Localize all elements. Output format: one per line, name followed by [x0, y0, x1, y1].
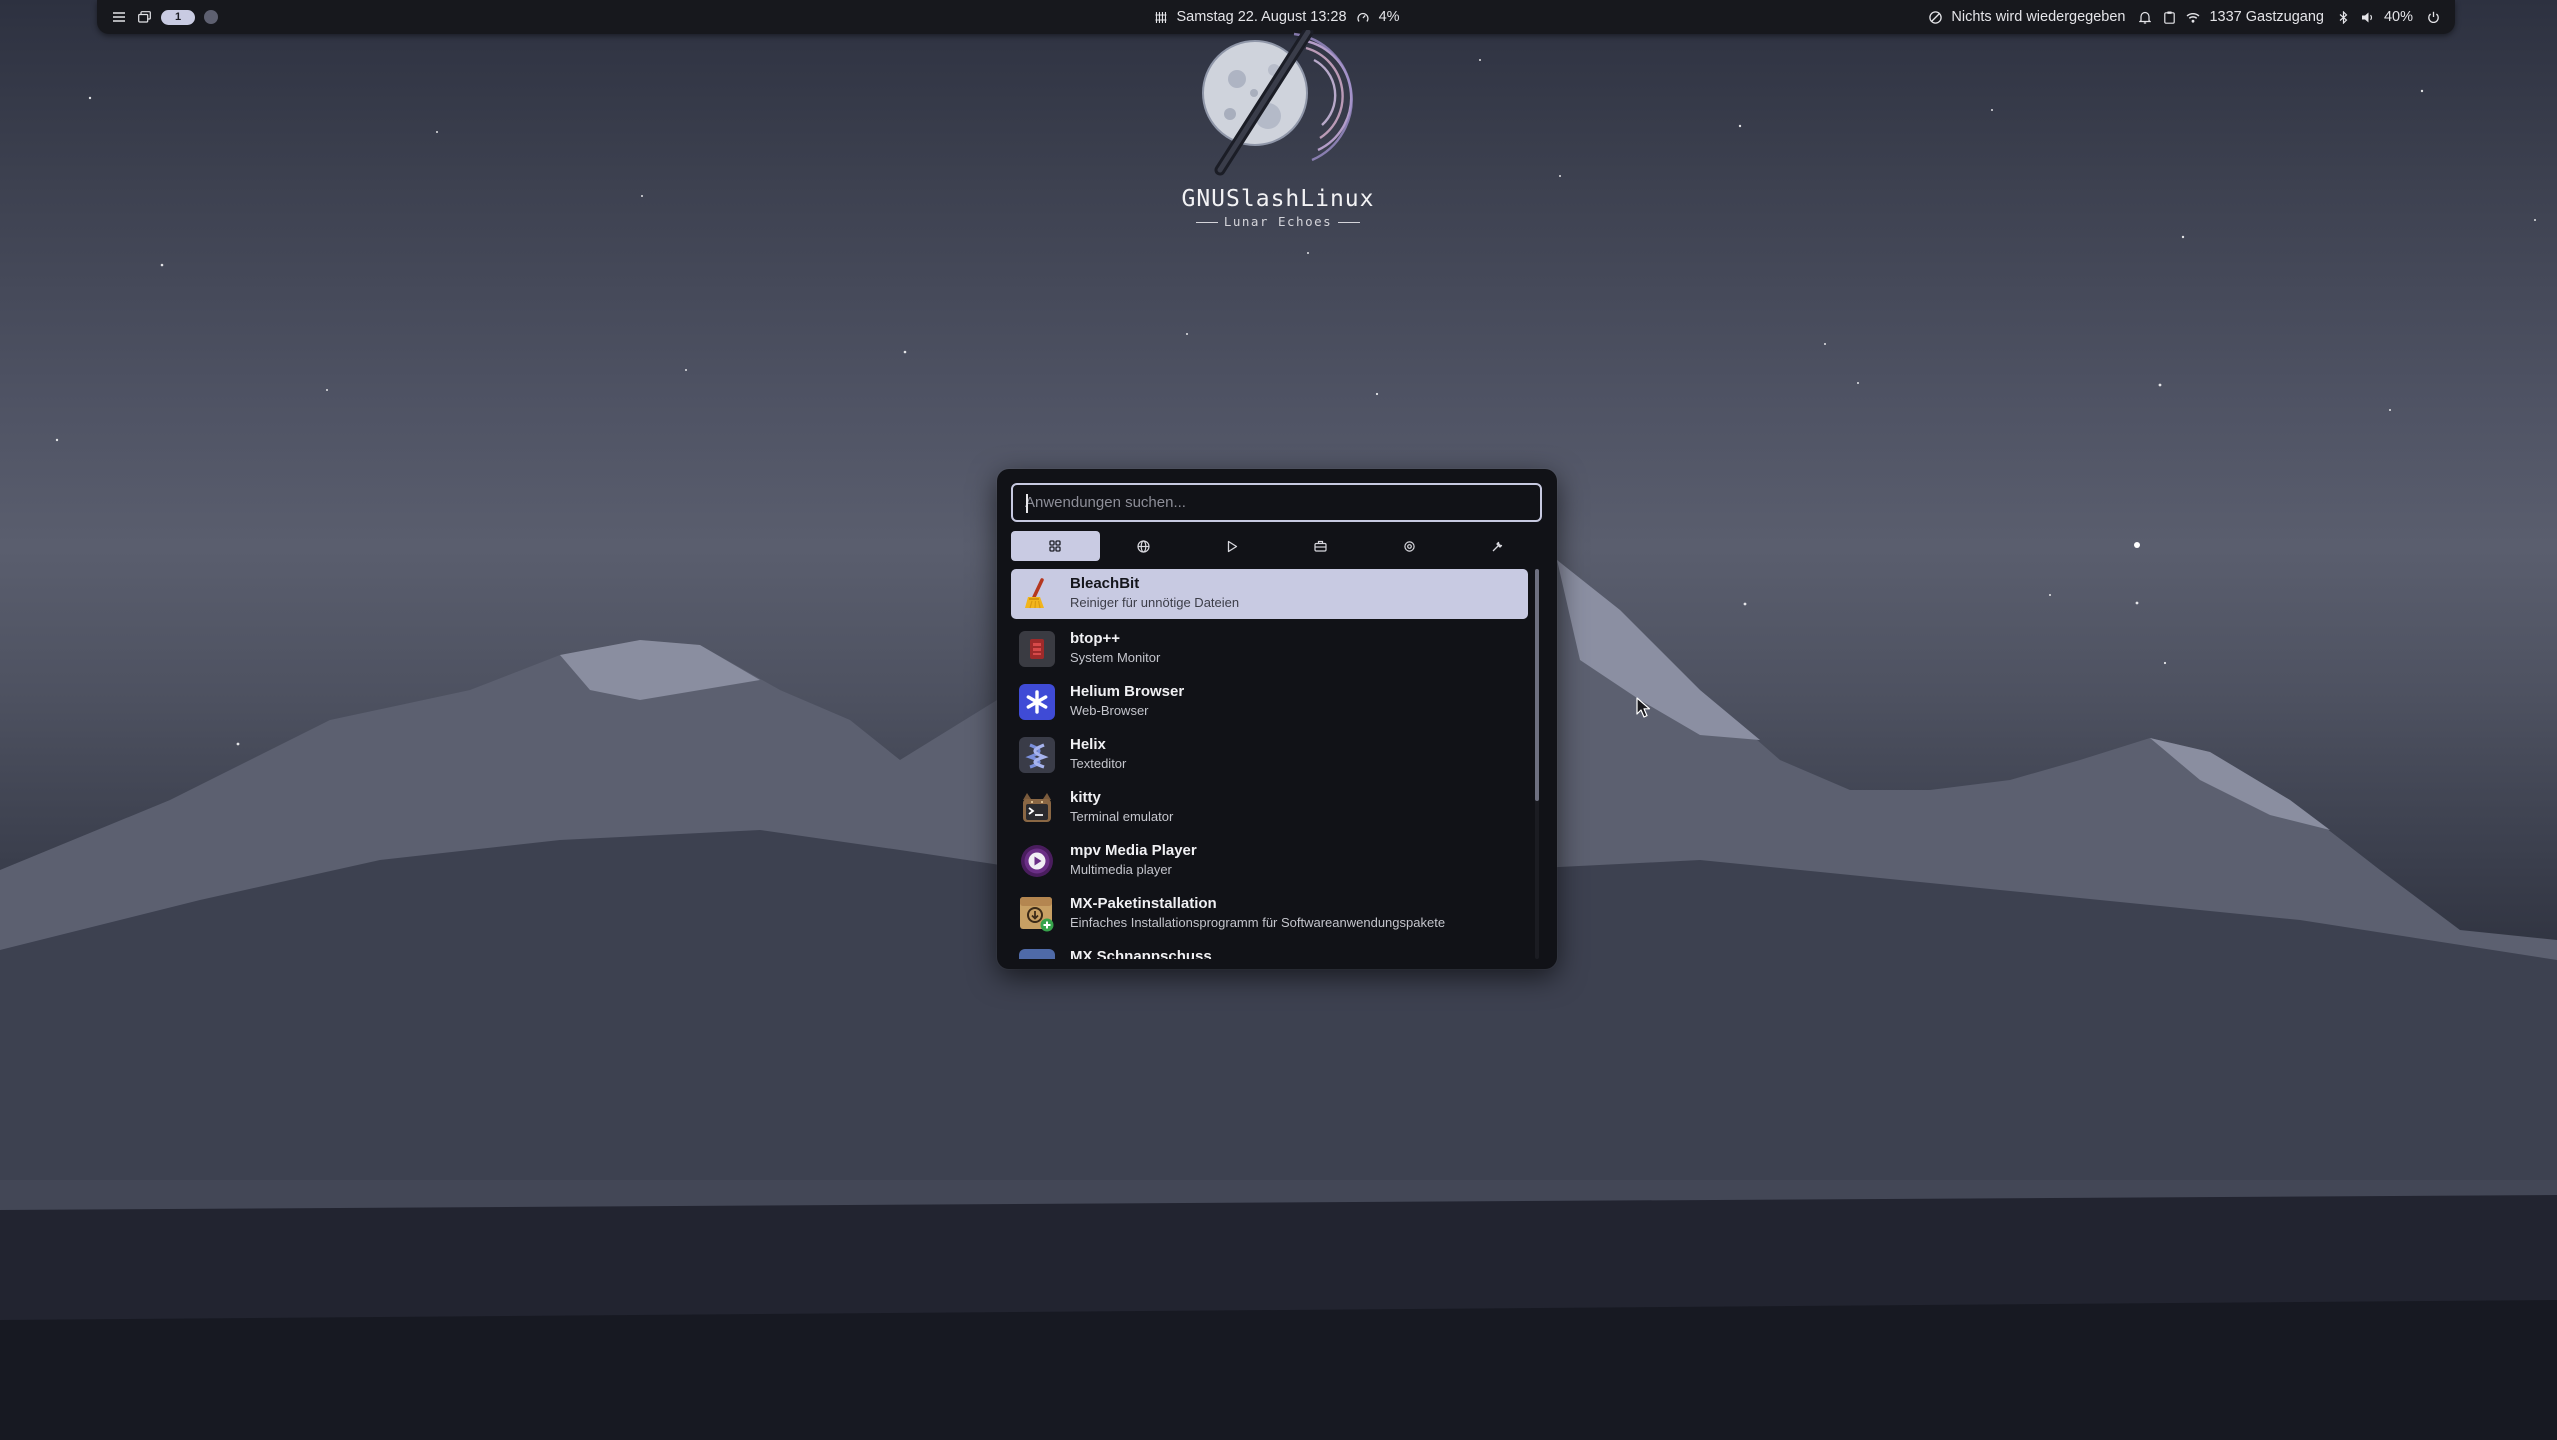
- top-panel: 1 Samstag 22. August 13:28 4% Nichts wir…: [97, 0, 2455, 34]
- helium-icon: [1019, 684, 1055, 720]
- toolbox-icon: [1314, 540, 1327, 552]
- app-description: Multimedia player: [1070, 862, 1172, 877]
- globe-icon: [1137, 539, 1150, 553]
- list-item[interactable]: MX Schnappschuss: [1011, 940, 1528, 959]
- app-name: btop++: [1070, 630, 1121, 647]
- media-off-icon[interactable]: [1927, 9, 1943, 25]
- helix-icon: [1019, 737, 1055, 773]
- app-list-scrollbar[interactable]: [1535, 569, 1539, 959]
- list-item[interactable]: Helix Texteditor: [1011, 728, 1528, 781]
- calendar-icon: [1152, 9, 1168, 25]
- window-overview-icon[interactable]: [136, 9, 152, 25]
- wrench-icon: [1492, 541, 1503, 551]
- workspace-2-button[interactable]: [204, 10, 218, 24]
- cpu-gauge-icon: [1355, 9, 1371, 25]
- play-icon: [1227, 540, 1237, 552]
- category-media-tab[interactable]: [1188, 531, 1277, 561]
- cpu-usage-text: 4%: [1378, 9, 1400, 25]
- app-name: mpv Media Player: [1070, 842, 1197, 859]
- clock-text: Samstag 22. August 13:28: [1176, 9, 1347, 25]
- category-tabs: [1011, 531, 1542, 561]
- volume-icon[interactable]: [2360, 9, 2376, 25]
- app-name: BleachBit: [1070, 575, 1140, 592]
- list-item[interactable]: btop++ System Monitor: [1011, 622, 1528, 675]
- btop-icon: [1019, 631, 1055, 667]
- mpv-icon: [1019, 843, 1055, 879]
- search-input[interactable]: [1025, 494, 1528, 511]
- bell-icon[interactable]: [2137, 9, 2153, 25]
- panel-left: 1: [111, 0, 218, 34]
- grid-icon: [1049, 540, 1061, 552]
- app-list: BleachBit Reiniger für unnötige Dateien …: [1011, 569, 1528, 959]
- app-description: Web-Browser: [1070, 703, 1149, 718]
- app-name: MX-Paketinstallation: [1070, 895, 1217, 912]
- bluetooth-icon[interactable]: [2336, 9, 2352, 25]
- scrollbar-thumb[interactable]: [1535, 569, 1539, 801]
- app-description: Reiniger für unnötige Dateien: [1070, 595, 1240, 610]
- logo-subtitle-text: Lunar Echoes: [1223, 214, 1333, 229]
- wifi-icon[interactable]: [2185, 9, 2201, 25]
- clipboard-icon[interactable]: [2161, 9, 2177, 25]
- workspace-1-button[interactable]: 1: [161, 9, 195, 25]
- mx-package-icon: [1019, 896, 1055, 932]
- app-description: Terminal emulator: [1070, 809, 1174, 824]
- kitty-icon: [1019, 790, 1055, 826]
- text-caret: [1026, 494, 1028, 513]
- mouse-cursor-icon: [1636, 697, 1651, 718]
- list-item[interactable]: MX-Paketinstallation Einfaches Installat…: [1011, 887, 1528, 940]
- logo-subtitle: Lunar Echoes: [1148, 214, 1408, 229]
- category-office-tab[interactable]: [1277, 531, 1366, 561]
- distro-logo: GNUSlashLinux Lunar Echoes: [1148, 30, 1408, 240]
- network-name-text[interactable]: 1337 Gastzugang: [2209, 9, 2323, 25]
- list-item[interactable]: kitty Terminal emulator: [1011, 781, 1528, 834]
- gear-icon: [1404, 540, 1415, 552]
- category-settings-tab[interactable]: [1365, 531, 1454, 561]
- list-item[interactable]: Helium Browser Web-Browser: [1011, 675, 1528, 728]
- search-box[interactable]: [1011, 483, 1542, 522]
- app-description: System Monitor: [1070, 650, 1161, 665]
- list-item[interactable]: mpv Media Player Multimedia player: [1011, 834, 1528, 887]
- media-status-text[interactable]: Nichts wird wiedergegeben: [1951, 9, 2125, 25]
- power-icon[interactable]: [2425, 9, 2441, 25]
- logo-title: GNUSlashLinux: [1181, 186, 1375, 212]
- list-item[interactable]: BleachBit Reiniger für unnötige Dateien: [1011, 569, 1528, 619]
- category-system-tab[interactable]: [1454, 531, 1543, 561]
- app-name: MX Schnappschuss: [1070, 948, 1212, 959]
- app-launcher: BleachBit Reiniger für unnötige Dateien …: [997, 469, 1557, 969]
- moon-logo-icon: [1202, 30, 1353, 176]
- app-description: Texteditor: [1070, 756, 1127, 771]
- panel-right: Nichts wird wiedergegeben 1337 Gastzugan…: [1927, 0, 2441, 34]
- category-all-tab[interactable]: [1011, 531, 1100, 561]
- panel-center[interactable]: Samstag 22. August 13:28 4%: [1152, 0, 1400, 34]
- app-name: Helix: [1070, 736, 1106, 753]
- app-name: kitty: [1070, 789, 1101, 806]
- mx-snapshot-icon: [1019, 949, 1055, 959]
- category-internet-tab[interactable]: [1100, 531, 1189, 561]
- volume-level-text[interactable]: 40%: [2384, 9, 2413, 25]
- app-description: Einfaches Installationsprogramm für Soft…: [1070, 915, 1446, 930]
- bleachbit-icon: [1019, 576, 1055, 612]
- menu-icon[interactable]: [111, 9, 127, 25]
- app-name: Helium Browser: [1070, 683, 1185, 700]
